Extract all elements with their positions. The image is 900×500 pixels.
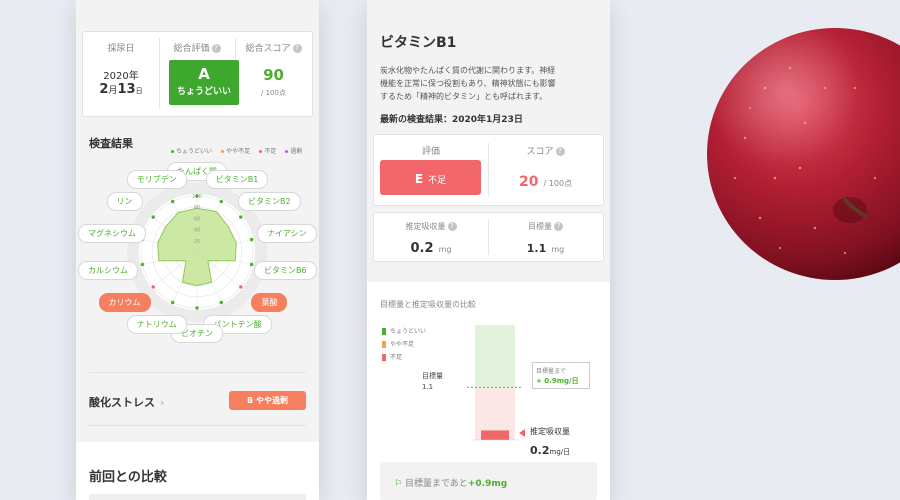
evaluation-badge: E 不足 bbox=[380, 160, 481, 195]
intake-marker-arrow bbox=[519, 429, 525, 437]
radar-point bbox=[249, 262, 254, 267]
radar-point bbox=[219, 199, 223, 204]
zone-ok bbox=[475, 325, 515, 388]
nutrient-pill[interactable]: モリブデン bbox=[126, 169, 187, 189]
nutrient-pill[interactable]: カリウム bbox=[98, 293, 151, 312]
radar-point bbox=[219, 300, 223, 305]
radar-tick-label: 60 bbox=[194, 216, 200, 222]
results-screen: 採尿日 2020年 2月13日 総合評価? A ちょうどいい 総合スコア? 90… bbox=[76, 0, 319, 500]
nutrient-pill[interactable]: カルシウム bbox=[78, 260, 138, 280]
comparison-section: 前回との比較 bbox=[76, 442, 319, 500]
evaluation-label: 評価 bbox=[421, 147, 440, 157]
intake-marker-value: 0.2mg/日 bbox=[530, 444, 571, 457]
nutrient-pill[interactable]: ビタミンB6 bbox=[254, 260, 317, 280]
radar-point bbox=[249, 237, 254, 242]
nutrient-pill[interactable]: ナイアシン bbox=[257, 224, 317, 244]
intake-label: 推定吸収量? bbox=[374, 221, 488, 232]
radar-point bbox=[239, 215, 243, 219]
radar-tick-label: 80 bbox=[194, 205, 200, 211]
nutrient-pill[interactable]: マグネシウム bbox=[78, 224, 146, 244]
target-marker-value: 1.1 bbox=[422, 383, 434, 391]
nutrient-pill[interactable]: ナトリウム bbox=[126, 315, 187, 335]
target-marker-label: 目標量 bbox=[422, 372, 443, 380]
radar-point bbox=[195, 194, 199, 198]
nutrient-name: ビタミンB1 bbox=[380, 35, 457, 51]
oxidative-stress-link[interactable]: 酸化ストレス › bbox=[89, 394, 164, 410]
nutrient-pill[interactable]: ビタミンB1 bbox=[205, 169, 269, 189]
help-icon: ? bbox=[447, 222, 457, 231]
comparison-title: 前回との比較 bbox=[89, 470, 167, 485]
nutrient-pill[interactable]: リン bbox=[106, 191, 143, 211]
comparison-chart-section: 目標量と推定吸収量の比較 ちょうどいい やや不足 不足 目標量 1.1 目標量ま… bbox=[367, 282, 610, 500]
apple-image bbox=[705, 28, 900, 280]
help-icon: ? bbox=[555, 147, 565, 156]
latest-result-label: 最新の検査結果：2020年1月23日 bbox=[380, 115, 523, 125]
vitamin-detail-screen: ビタミンB1 炭水化物やたんぱく質の代謝に関わります。神経 機能を正常に保つ役割… bbox=[367, 0, 610, 500]
target-label: 目標量? bbox=[488, 221, 603, 232]
evaluation-card: 評価 E 不足 スコア? 20 / 100点 bbox=[373, 134, 604, 206]
gap-callout: 目標量まで + 0.9mg/日 bbox=[532, 362, 590, 389]
radar-point bbox=[151, 285, 155, 289]
nutrient-pill[interactable]: ビタミンB2 bbox=[237, 191, 301, 211]
nutrient-description: 炭水化物やたんぱく質の代謝に関わります。神経 機能を正常に保つ役割もあり、精神状… bbox=[380, 66, 556, 101]
flag-icon: ⚐ bbox=[394, 479, 403, 489]
amount-card: 推定吸収量? 0.2 mg 目標量? 1.1 mg bbox=[373, 212, 604, 262]
radar-tick-label: 40 bbox=[194, 228, 200, 234]
help-icon: ? bbox=[554, 222, 563, 231]
oxidative-stress-badge: B やや過剰 bbox=[229, 391, 306, 410]
intake-value: 0.2 mg bbox=[410, 241, 452, 256]
chevron-right-icon: › bbox=[160, 396, 165, 409]
radar-point bbox=[195, 306, 199, 310]
radar-tick-label: 20 bbox=[194, 239, 200, 245]
radar-point bbox=[140, 262, 145, 267]
nutrient-score: 20 / 100点 bbox=[518, 174, 573, 190]
nutrient-pill[interactable]: 葉酸 bbox=[251, 293, 288, 312]
intake-bar bbox=[481, 430, 509, 440]
radar-point bbox=[151, 215, 155, 219]
score-label: スコア? bbox=[488, 144, 603, 157]
radar-point bbox=[239, 285, 243, 289]
gap-footer: ⚐ 目標量まであと+0.9mg bbox=[380, 462, 597, 500]
intake-marker-label: 推定吸収量 bbox=[530, 427, 570, 436]
target-value: 1.1 mg bbox=[526, 242, 565, 255]
radar-point bbox=[171, 199, 175, 204]
radar-point bbox=[171, 300, 175, 305]
